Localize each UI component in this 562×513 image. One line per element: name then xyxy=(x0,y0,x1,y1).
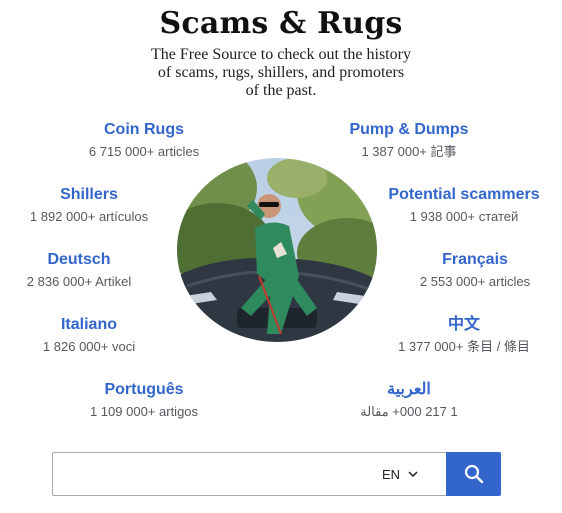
article-count: 1 109 000+ artigos xyxy=(89,404,199,419)
language-entry-shillers: Shillers 1 892 000+ artículos xyxy=(0,185,204,225)
language-entry-portugues: Português 1 109 000+ artigos xyxy=(29,380,259,420)
language-link[interactable]: Coin Rugs xyxy=(29,120,259,140)
language-link[interactable]: Deutsch xyxy=(0,250,194,270)
article-count: 1 938 000+ статей xyxy=(409,209,519,224)
language-entry-pump-dumps: Pump & Dumps 1 387 000+ 記事 xyxy=(294,120,524,160)
article-count: 1 387 000+ 記事 xyxy=(361,144,457,159)
page-subtitle: The Free Source to check out the history… xyxy=(131,46,431,100)
magnifier-icon xyxy=(464,464,483,484)
language-select-value: EN xyxy=(382,466,401,482)
subtitle-line: The Free Source to check out the history xyxy=(151,46,411,63)
article-count: 1 826 000+ voci xyxy=(42,339,136,354)
article-count: 1 377 000+ 条目 / 條目 xyxy=(398,339,530,354)
language-entry-potential-scammers: Potential scammers 1 938 000+ статей xyxy=(349,185,562,225)
language-select[interactable]: EN xyxy=(382,464,418,484)
page-title: Scams & Rugs xyxy=(159,6,403,41)
language-link[interactable]: العربية xyxy=(294,380,524,400)
language-entry-deutsch: Deutsch 2 836 000+ Artikel xyxy=(0,250,194,290)
article-count: 1 892 000+ artículos xyxy=(29,209,149,224)
language-link[interactable]: 中文 xyxy=(349,315,562,335)
center-photo xyxy=(177,158,377,342)
language-entry-italiano: Italiano 1 826 000+ voci xyxy=(0,315,204,355)
language-link[interactable]: Shillers xyxy=(0,185,204,205)
language-link[interactable]: Potential scammers xyxy=(349,185,562,205)
language-entry-chinese: 中文 1 377 000+ 条目 / 條目 xyxy=(349,315,562,355)
article-count: 6 715 000+ articles xyxy=(88,144,200,159)
language-entry-francais: Français 2 553 000+ articles xyxy=(360,250,562,290)
language-link[interactable]: Français xyxy=(360,250,562,270)
language-entry-coin-rugs: Coin Rugs 6 715 000+ articles xyxy=(29,120,259,160)
search-button[interactable] xyxy=(446,452,501,496)
language-link[interactable]: Português xyxy=(29,380,259,400)
language-link[interactable]: Pump & Dumps xyxy=(294,120,524,140)
chevron-down-icon xyxy=(408,471,418,477)
language-link[interactable]: Italiano xyxy=(0,315,204,335)
article-count: 2 553 000+ articles xyxy=(419,274,531,289)
language-entry-arabic: العربية 1 217 000+ مقالة xyxy=(294,380,524,420)
search-bar: EN xyxy=(52,452,501,496)
subtitle-line: of scams, rugs, shillers, and promoters xyxy=(157,64,405,81)
subtitle-line: of the past. xyxy=(245,82,317,99)
photo-illustration xyxy=(177,158,377,342)
article-count: 1 217 000+ مقالة xyxy=(360,404,458,419)
article-count: 2 836 000+ Artikel xyxy=(26,274,132,289)
